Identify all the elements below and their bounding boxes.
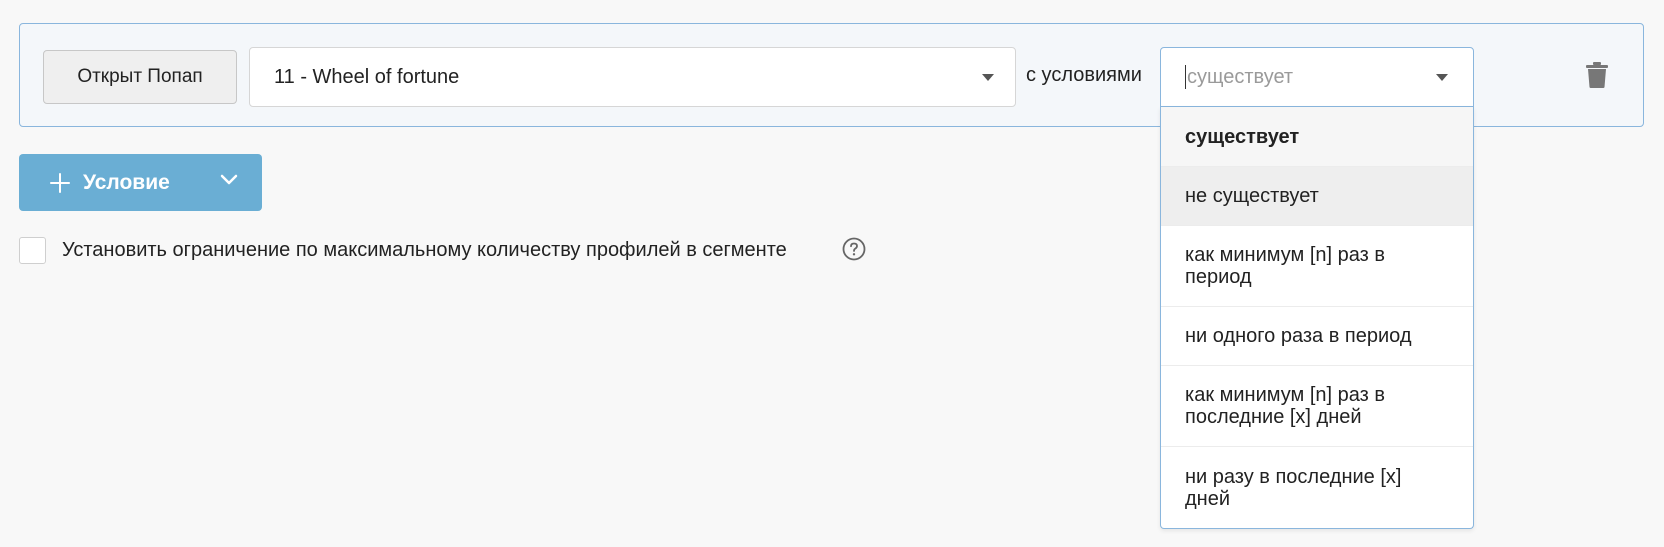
question-circle-icon[interactable]	[842, 237, 866, 261]
chevron-down-icon[interactable]	[219, 173, 239, 187]
dropdown-option[interactable]: не существует	[1161, 167, 1473, 226]
caret-down-icon	[982, 74, 994, 81]
limit-checkbox[interactable]	[19, 237, 46, 264]
add-condition-button[interactable]: Условие	[19, 154, 262, 211]
limit-label: Установить ограничение по максимальному …	[62, 239, 787, 261]
text-cursor	[1185, 65, 1186, 89]
dropdown-option[interactable]: как минимум [n] раз в последние [x] дней	[1161, 366, 1473, 447]
event-type-button[interactable]: Открыт Попап	[43, 50, 237, 104]
popup-select[interactable]: 11 - Wheel of fortune	[249, 47, 1016, 107]
popup-select-value: 11 - Wheel of fortune	[274, 65, 460, 88]
dropdown-option[interactable]: существует	[1161, 107, 1473, 167]
dropdown-option[interactable]: ни одного раза в период	[1161, 307, 1473, 366]
add-condition-label: Условие	[83, 170, 170, 194]
with-conditions-label: с условиями	[1026, 64, 1142, 86]
operator-dropdown-menu: существует не существует как минимум [n]…	[1160, 107, 1474, 529]
plus-icon	[50, 172, 70, 193]
trash-icon[interactable]	[1586, 62, 1608, 88]
operator-select[interactable]: существует	[1160, 47, 1474, 107]
caret-down-icon	[1436, 74, 1448, 81]
dropdown-option[interactable]: ни разу в последние [x] дней	[1161, 447, 1473, 528]
dropdown-option[interactable]: как минимум [n] раз в период	[1161, 226, 1473, 307]
operator-select-placeholder: существует	[1187, 65, 1294, 88]
